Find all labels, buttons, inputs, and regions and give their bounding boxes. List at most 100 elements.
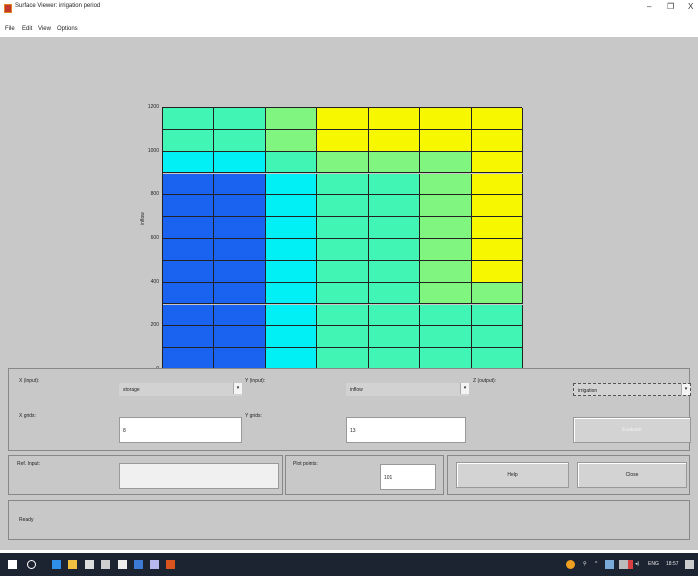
menu-options[interactable]: Options — [57, 26, 78, 32]
y-input-label: Y (input): — [245, 378, 266, 384]
surface-cell — [265, 129, 318, 152]
surface-cell — [163, 282, 215, 305]
menu-view[interactable]: View — [38, 26, 51, 32]
windows-start-icon[interactable] — [8, 560, 17, 569]
plot-points-input[interactable]: 101 — [380, 464, 436, 490]
surface-cell — [368, 151, 421, 174]
surface-cell — [163, 108, 215, 130]
ref-input-label: Ref. Input: — [17, 461, 41, 467]
surface-cell — [214, 348, 266, 370]
surface-cell — [420, 129, 472, 152]
y-tick-label: 600 — [150, 235, 159, 241]
clock[interactable]: 18:57 — [666, 561, 679, 567]
surface-cell — [420, 151, 472, 174]
speaker-icon[interactable]: ◂) — [635, 561, 639, 567]
surface-cell — [265, 108, 318, 130]
surface-plot[interactable]: 020040060080010001200 010020030040050060… — [140, 104, 530, 397]
surface-cell — [368, 348, 421, 370]
surface-cell — [471, 260, 523, 283]
y-tick-label: 1000 — [147, 147, 159, 154]
ref-input-panel: Ref. Input: — [8, 455, 283, 495]
evaluate-button[interactable]: Evaluate — [573, 417, 691, 443]
surface-cell — [317, 260, 369, 283]
surface-cell — [163, 173, 215, 196]
matlab-taskbar-icon[interactable] — [166, 560, 175, 569]
surface-cell — [214, 173, 266, 196]
surface-cell — [471, 304, 523, 327]
people-icon[interactable]: ⚲ — [583, 561, 587, 567]
x-grids-input[interactable]: 8 — [119, 417, 242, 443]
surface-cell — [368, 173, 421, 196]
onedrive-icon[interactable] — [605, 560, 614, 569]
surface-cell — [317, 239, 369, 261]
minimize-button[interactable]: – — [647, 2, 651, 11]
surface-cell — [420, 195, 472, 218]
z-output-select[interactable]: irrigation ▾ — [573, 383, 691, 396]
surface-cell — [163, 304, 215, 327]
y-grids-label: Y grids: — [245, 413, 262, 419]
close-button[interactable]: Close — [577, 462, 687, 488]
surface-cell — [317, 108, 369, 130]
help-button[interactable]: Help — [456, 462, 569, 488]
surface-cell — [317, 282, 369, 305]
surface-cell — [163, 129, 215, 152]
y-axis-label: inflow — [140, 212, 146, 225]
search-icon[interactable] — [27, 560, 36, 569]
surface-cell — [471, 282, 523, 305]
word-icon[interactable] — [134, 560, 143, 569]
surface-cell — [471, 239, 523, 261]
surface-cell — [265, 239, 318, 261]
surface-cell — [368, 217, 421, 239]
surface-cell — [163, 348, 215, 370]
battery-icon[interactable] — [619, 560, 628, 569]
surface-cell — [317, 348, 369, 370]
surface-cell — [214, 282, 266, 305]
title-bar: Surface Viewer: irrigation period – ❐ X — [0, 0, 698, 17]
dropbox-icon[interactable] — [101, 560, 110, 569]
matlab-app-icon — [4, 4, 12, 13]
edge-browser-icon[interactable] — [52, 560, 61, 569]
x-input-select[interactable]: storage ▾ — [119, 383, 242, 396]
menu-edit[interactable]: Edit — [22, 26, 32, 32]
surface-cell — [265, 326, 318, 349]
surface-viewer-window: 020040060080010001200 010020030040050060… — [0, 37, 698, 550]
surface-cell — [317, 326, 369, 349]
language-indicator[interactable]: ENG — [648, 561, 659, 567]
network-icon[interactable] — [628, 560, 633, 569]
notification-app-icon[interactable] — [566, 560, 575, 569]
surface-cell — [214, 108, 266, 130]
surface-cell — [420, 348, 472, 370]
plot-points-label: Plot points: — [293, 461, 318, 467]
surface-cell — [368, 282, 421, 305]
surface-cell — [265, 217, 318, 239]
surface-cell — [214, 195, 266, 218]
file-explorer-icon[interactable] — [68, 560, 77, 569]
mail-icon[interactable] — [118, 560, 127, 569]
y-tick-label: 200 — [150, 322, 159, 329]
menu-file[interactable]: File — [5, 26, 15, 32]
chevron-down-icon: ▾ — [233, 383, 242, 394]
surface-cell — [471, 195, 523, 218]
status-panel: Ready — [8, 500, 690, 540]
y-input-select[interactable]: inflow ▾ — [346, 383, 469, 396]
surface-cell — [265, 195, 318, 218]
restore-button[interactable]: ❐ — [667, 2, 674, 11]
chevron-up-icon[interactable]: ^ — [595, 561, 597, 567]
z-output-value: irrigation — [578, 388, 598, 394]
selection-panel: X (input): storage ▾ Y (input): inflow ▾… — [8, 368, 691, 451]
app-icon[interactable] — [150, 560, 159, 569]
ref-input-field[interactable] — [119, 463, 279, 489]
windows-taskbar: ⚲ ^ ◂) ENG 18:57 — [0, 553, 698, 576]
y-tick-label: 800 — [150, 191, 159, 198]
surface-cell — [163, 217, 215, 239]
close-window-button[interactable]: X — [688, 2, 693, 11]
surface-cell — [214, 260, 266, 283]
surface-cell — [265, 282, 318, 305]
x-input-value: storage — [123, 387, 140, 393]
surface-cell — [163, 195, 215, 218]
surface-cell — [265, 304, 318, 327]
y-grids-input[interactable]: 13 — [346, 417, 466, 443]
store-icon[interactable] — [85, 560, 94, 569]
surface-cell — [368, 108, 421, 130]
action-center-icon[interactable] — [685, 560, 694, 569]
